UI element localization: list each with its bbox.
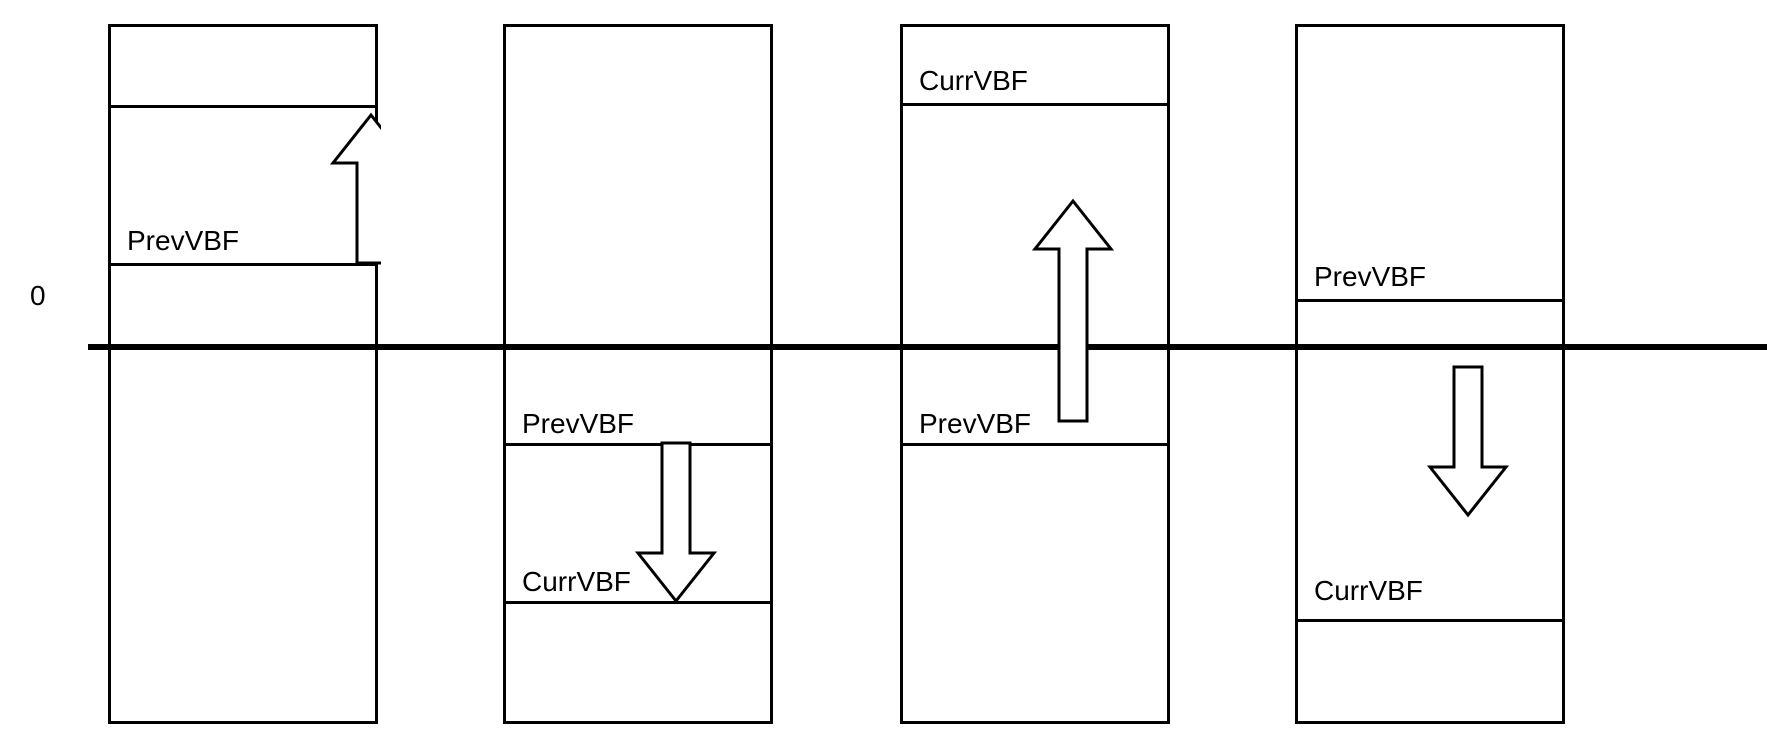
arrow-down-icon: [506, 27, 776, 727]
arrow-up-icon: [111, 27, 381, 727]
column-4: PrevVBFCurrVBF: [1295, 24, 1565, 724]
zero-axis-label: 0: [30, 280, 46, 312]
arrow-down-icon: [1298, 27, 1568, 727]
column-2: PrevVBFCurrVBF: [503, 24, 773, 724]
column-3: CurrVBFPrevVBF: [900, 24, 1170, 724]
arrow-up-icon: [903, 27, 1173, 727]
column-1: PrevVBF: [108, 24, 378, 724]
